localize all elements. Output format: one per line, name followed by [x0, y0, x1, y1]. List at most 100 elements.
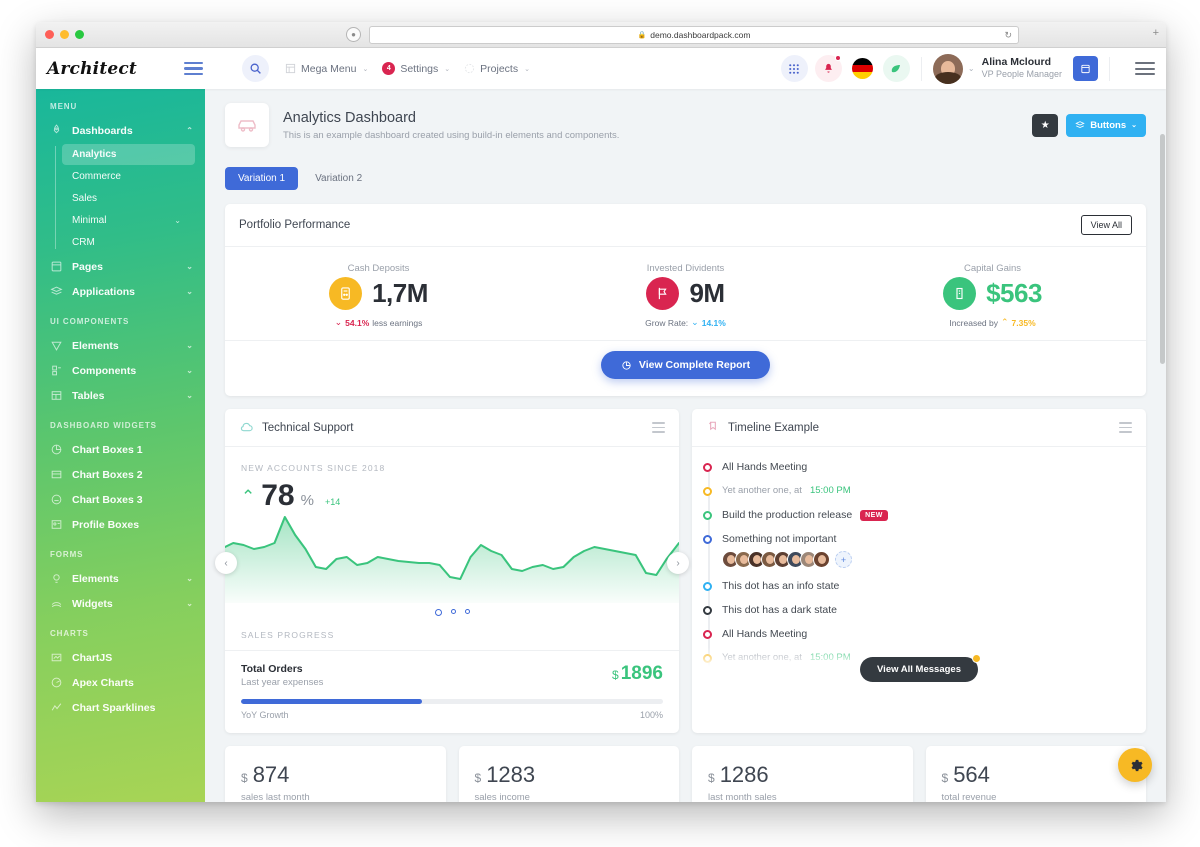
app-logo[interactable]: Architect [36, 59, 184, 79]
metric-value: $563 [986, 278, 1042, 308]
widgets-icon [51, 602, 62, 608]
leaf-icon[interactable] [882, 55, 910, 82]
sidebar-item-chartjs[interactable]: ChartJS [36, 645, 205, 670]
stat-card-total-revenue: $ 564 total revenue [925, 746, 1146, 802]
metric-trend-text: less earnings [372, 317, 423, 328]
maximize-window-button[interactable] [75, 30, 84, 39]
nav-mega-menu[interactable]: Mega Menu ⌄ [285, 63, 368, 75]
calendar-icon[interactable] [1073, 56, 1098, 81]
chevron-down-icon: ⌄ [444, 65, 451, 73]
view-all-messages-button[interactable]: View All Messages [860, 654, 981, 682]
sidebar-item-chart-boxes-2[interactable]: Chart Boxes 2 [36, 462, 205, 487]
sidebar-item-tables[interactable]: Tables ⌄ [36, 383, 205, 408]
minimize-window-button[interactable] [60, 30, 69, 39]
carousel-pagination[interactable] [225, 603, 679, 616]
reload-icon[interactable]: ↻ [1004, 30, 1012, 41]
timeline-body[interactable]: All Hands Meeting Yet another one, at 15… [692, 447, 1146, 691]
sidebar-item-apex-charts[interactable]: Apex Charts [36, 670, 205, 695]
add-user-button[interactable]: + [835, 551, 852, 568]
sidebar-item-minimal[interactable]: Minimal ⌄ [62, 210, 195, 231]
avatar[interactable] [813, 551, 830, 568]
sidebar-subitem-label: Commerce [72, 171, 121, 182]
metric-label: Capital Gains [963, 263, 1022, 274]
sidebar-item-crm[interactable]: CRM [62, 232, 195, 253]
sidebar-item-profile-boxes[interactable]: Profile Boxes [36, 512, 205, 537]
search-icon[interactable] [242, 55, 269, 82]
new-tab-button[interactable]: + [1153, 28, 1159, 39]
chevron-up-icon: ⌃ [186, 126, 193, 135]
apps-grid-icon[interactable] [780, 55, 808, 82]
sidebar-submenu-dashboards: Analytics Commerce Sales Minimal ⌄ CRM [36, 144, 205, 253]
chevron-down-icon: ⌄ [524, 65, 530, 73]
view-complete-report-button[interactable]: View Complete Report [600, 351, 771, 379]
sidebar-item-elements[interactable]: Elements ⌄ [36, 333, 205, 358]
tab-variation-1[interactable]: Variation 1 [225, 167, 299, 190]
sidebar-item-sales[interactable]: Sales [62, 188, 195, 209]
list-item[interactable]: Build the production release NEW [703, 509, 1146, 533]
carousel-dot[interactable] [464, 609, 470, 614]
topbar-menu-button[interactable] [1135, 62, 1155, 75]
apps-icon [50, 286, 63, 295]
trend-down-icon: ⌄ [334, 317, 343, 327]
sidebar-item-analytics[interactable]: Analytics [62, 144, 195, 165]
sidebar-item-chart-sparklines[interactable]: Chart Sparklines [36, 695, 205, 720]
nav-settings[interactable]: 4 Settings ⌄ [382, 62, 450, 75]
tab-variation-2[interactable]: Variation 2 [302, 167, 375, 190]
chevron-down-icon: ⌄ [174, 216, 181, 225]
list-item[interactable]: This dot has an info state [703, 580, 1146, 604]
chevron-down-icon: ⌄ [1131, 122, 1137, 129]
carousel-next-button[interactable]: › [667, 552, 689, 574]
variation-tabs: Variation 1 Variation 2 [205, 147, 1166, 190]
technical-support-menu-button[interactable] [652, 422, 665, 433]
carousel-dot[interactable] [450, 609, 456, 614]
portfolio-performance-card: Portfolio Performance View All Cash Depo… [225, 204, 1146, 396]
page-scrollbar[interactable] [1159, 130, 1166, 802]
sidebar-item-forms-widgets[interactable]: Widgets ⌄ [36, 591, 205, 616]
timeline-menu-button[interactable] [1119, 422, 1132, 433]
sidebar-item-chart-boxes-1[interactable]: Chart Boxes 1 [36, 437, 205, 462]
list-item[interactable]: This dot has a dark state [703, 604, 1146, 628]
sidebar-item-commerce[interactable]: Commerce [62, 166, 195, 187]
sidebar-item-label: Chart Boxes 3 [72, 493, 143, 506]
favorite-star-button[interactable]: ★ [1032, 113, 1059, 137]
germany-flag-icon[interactable] [849, 55, 876, 82]
carousel-prev-button[interactable]: ‹ [215, 552, 237, 574]
view-all-button[interactable]: View All [1080, 215, 1132, 235]
avatar-group[interactable]: + [722, 551, 1146, 568]
sidebar-subitem-label: Analytics [72, 149, 117, 160]
window-controls[interactable] [45, 30, 84, 39]
sidebar-item-components[interactable]: Components ⌄ [36, 358, 205, 383]
chevron-down-icon: ⌄ [186, 391, 193, 400]
timeline-item-text: All Hands Meeting [722, 628, 808, 640]
metric-trend-pct: 14.1% [701, 317, 726, 328]
list-item[interactable]: Yet another one, at 15:00 PM [703, 485, 1146, 509]
timeline-item-text: This dot has an info state [722, 580, 840, 592]
sidebar-item-dashboards[interactable]: Dashboards ⌃ [36, 118, 205, 143]
bell-icon[interactable] [814, 55, 842, 82]
gear-icon[interactable] [1118, 748, 1152, 782]
timeline-item-text: Something not important [722, 533, 837, 545]
sidebar-item-forms-elements[interactable]: Elements ⌄ [36, 566, 205, 591]
list-item[interactable]: Something not important + [703, 533, 1146, 580]
trend-down-icon: ⌄ [691, 317, 699, 327]
sidebar-item-pages[interactable]: Pages ⌄ [36, 254, 205, 279]
timeline-item-text: All Hands Meeting [722, 461, 808, 473]
sidebar: MENU Dashboards ⌃ Analytics Commerce Sal… [36, 89, 205, 802]
sidebar-toggle-button[interactable] [184, 61, 203, 76]
sidebar-item-chart-boxes-3[interactable]: Chart Boxes 3 [36, 487, 205, 512]
list-item[interactable]: All Hands Meeting [703, 461, 1146, 485]
user-menu[interactable]: ⌄ Alina Mclourd VP People Manager [932, 53, 1062, 84]
nav-projects[interactable]: Projects ⌄ [464, 63, 530, 75]
carousel-dot-active[interactable] [434, 609, 442, 616]
buttons-dropdown[interactable]: Buttons ⌄ [1066, 113, 1146, 137]
avatar[interactable] [932, 53, 963, 84]
close-window-button[interactable] [45, 30, 54, 39]
url-bar[interactable]: 🔒 demo.dashboardpack.com ↻ [369, 26, 1019, 44]
timeline-dot [703, 511, 712, 520]
shield-icon[interactable]: ● [346, 27, 361, 42]
chartjs-icon [51, 653, 62, 662]
currency-symbol: $ [941, 771, 949, 785]
stat-value: 1286 [719, 762, 769, 787]
sidebar-item-applications[interactable]: Applications ⌄ [36, 279, 205, 304]
sidebar-item-label: Chart Sparklines [72, 701, 156, 714]
